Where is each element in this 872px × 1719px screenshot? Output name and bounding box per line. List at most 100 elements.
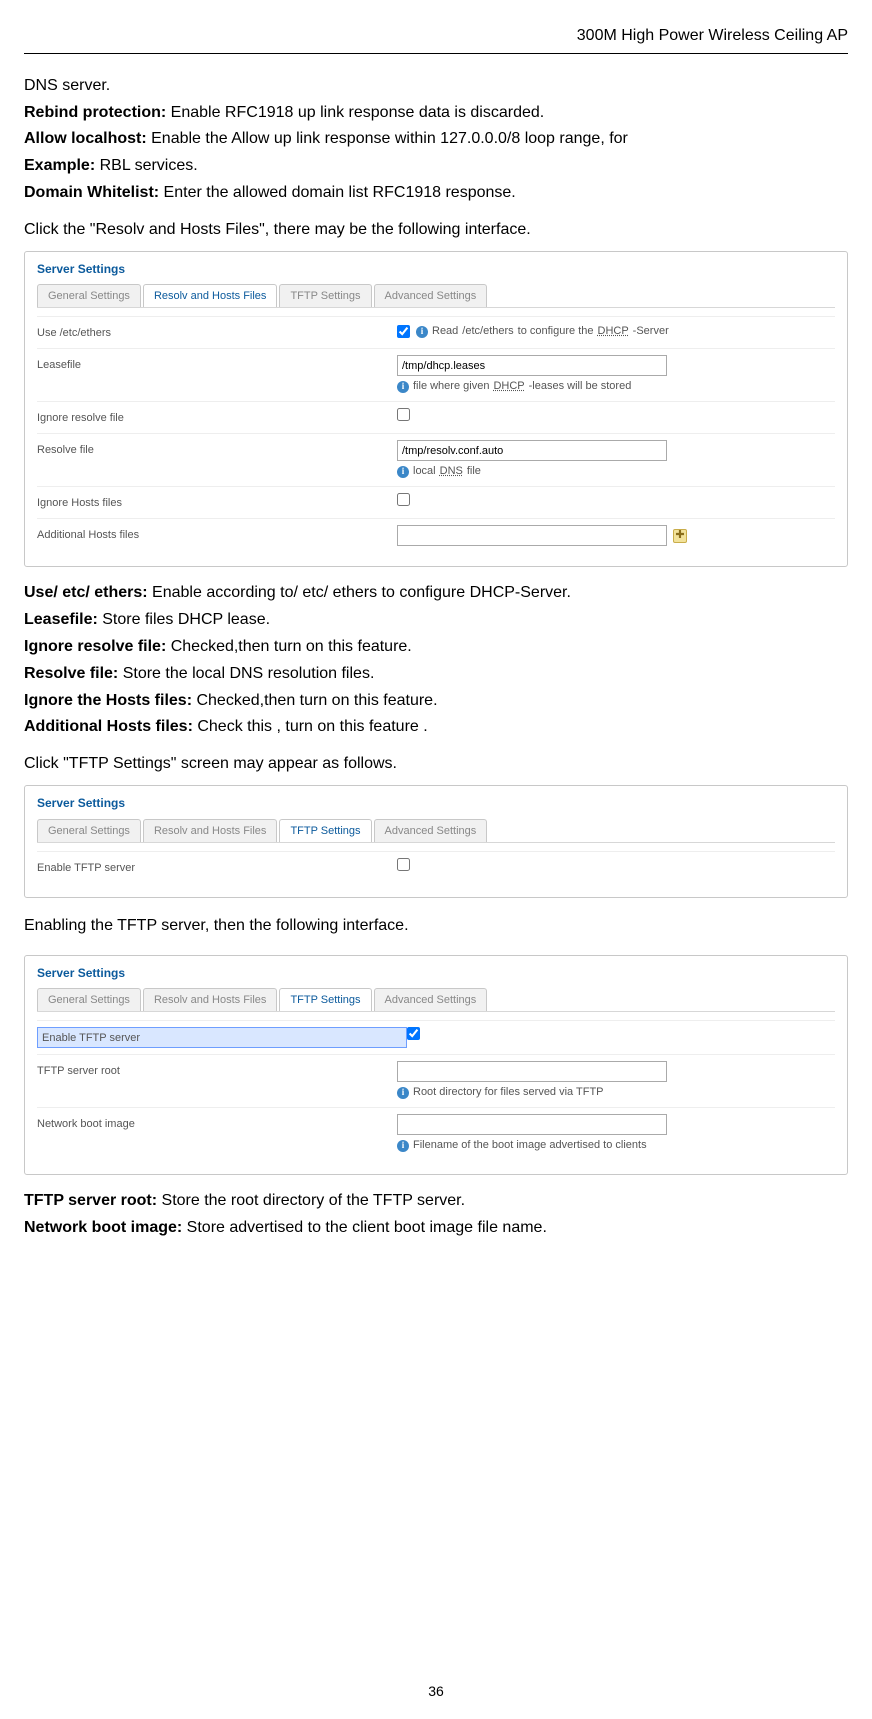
def-ignore-hosts-bold: Ignore the Hosts files: (24, 692, 192, 709)
def-tftp-root-text: Store the root directory of the TFTP ser… (157, 1192, 465, 1209)
tab-advanced-settings[interactable]: Advanced Settings (374, 284, 488, 307)
label-additional-hosts: Additional Hosts files (37, 525, 397, 544)
panel-legend: Server Settings (37, 260, 835, 279)
defs-block-1: Use/ etc/ ethers: Enable according to/ e… (24, 581, 848, 777)
desc-use-ethers-pre: Read (432, 323, 458, 340)
intro-dns: DNS server. (24, 74, 848, 99)
intro-rebind: Rebind protection: Enable RFC1918 up lin… (24, 101, 848, 126)
def-resolve-file: Resolve file: Store the local DNS resolu… (24, 662, 848, 687)
intro-allow: Allow localhost: Enable the Allow up lin… (24, 127, 848, 152)
tab-resolv-hosts[interactable]: Resolv and Hosts Files (143, 284, 278, 307)
desc-leasefile: i file where given DHCP -leases will be … (397, 378, 835, 395)
row-ignore-resolve: Ignore resolve file (37, 401, 835, 433)
checkbox-use-ethers[interactable] (397, 325, 410, 338)
desc-resolve-file-pre: local (413, 463, 436, 480)
def-netboot-image: Network boot image: Store advertised to … (24, 1216, 848, 1241)
intro-allow-bold: Allow localhost: (24, 130, 147, 147)
def-ignore-hosts: Ignore the Hosts files: Checked,then tur… (24, 689, 848, 714)
tab-general-settings[interactable]: General Settings (37, 819, 141, 842)
desc-leasefile-pre: file where given (413, 378, 489, 395)
desc-tftp-root: i Root directory for files served via TF… (397, 1084, 835, 1101)
checkbox-ignore-resolve[interactable] (397, 408, 410, 421)
info-icon: i (397, 1140, 409, 1152)
between-panels-text: Enabling the TFTP server, then the follo… (24, 914, 848, 939)
def-tftp-root-bold: TFTP server root: (24, 1192, 157, 1209)
label-netboot-image: Network boot image (37, 1114, 397, 1133)
def-leasefile: Leasefile: Store files DHCP lease. (24, 608, 848, 633)
desc-leasefile-post: -leases will be stored (529, 378, 632, 395)
info-icon: i (397, 381, 409, 393)
checkbox-enable-tftp[interactable] (407, 1027, 420, 1040)
tab-general-settings[interactable]: General Settings (37, 988, 141, 1011)
panel-legend: Server Settings (37, 794, 835, 813)
tab-resolv-hosts[interactable]: Resolv and Hosts Files (143, 988, 278, 1011)
def-use-ethers: Use/ etc/ ethers: Enable according to/ e… (24, 581, 848, 606)
page-header: 300M High Power Wireless Ceiling AP (24, 24, 848, 53)
tab-tftp-settings[interactable]: TFTP Settings (279, 284, 371, 307)
header-divider (24, 53, 848, 54)
intro-example-text: RBL services. (95, 157, 198, 174)
def-ignore-resolve-bold: Ignore resolve file: (24, 638, 166, 655)
row-netboot-image: Network boot image i Filename of the boo… (37, 1107, 835, 1160)
label-use-ethers: Use /etc/ethers (37, 323, 397, 342)
desc-use-ethers: i Read /etc/ethers to configure the DHCP… (416, 323, 669, 340)
tab-general-settings[interactable]: General Settings (37, 284, 141, 307)
tab-tftp-settings[interactable]: TFTP Settings (279, 988, 371, 1011)
desc-netboot-image-text: Filename of the boot image advertised to… (413, 1137, 647, 1154)
input-resolve-file[interactable] (397, 440, 667, 461)
tab-tftp-settings[interactable]: TFTP Settings (279, 819, 371, 842)
input-additional-hosts[interactable] (397, 525, 667, 546)
tab-advanced-settings[interactable]: Advanced Settings (374, 988, 488, 1011)
click-tftp-text: Click "TFTP Settings" screen may appear … (24, 752, 848, 777)
row-tftp-root: TFTP server root i Root directory for fi… (37, 1054, 835, 1107)
checkbox-ignore-hosts[interactable] (397, 493, 410, 506)
def-netboot-image-text: Store advertised to the client boot imag… (182, 1219, 547, 1236)
def-additional-hosts-text: Check this , turn on this feature . (193, 718, 428, 735)
info-icon: i (397, 1087, 409, 1099)
label-ignore-hosts: Ignore Hosts files (37, 493, 397, 512)
info-icon: i (397, 466, 409, 478)
checkbox-enable-tftp[interactable] (397, 858, 410, 871)
add-icon[interactable]: ✚ (673, 529, 687, 543)
page-number: 36 (24, 1681, 848, 1703)
def-ignore-hosts-text: Checked,then turn on this feature. (192, 692, 437, 709)
intro-domain-bold: Domain Whitelist: (24, 184, 159, 201)
label-tftp-root: TFTP server root (37, 1061, 397, 1080)
tabs-row: General Settings Resolv and Hosts Files … (37, 284, 835, 308)
tab-advanced-settings[interactable]: Advanced Settings (374, 819, 488, 842)
label-enable-tftp: Enable TFTP server (37, 858, 397, 877)
desc-resolve-file-dns: DNS (440, 463, 463, 480)
row-ignore-hosts: Ignore Hosts files (37, 486, 835, 518)
def-resolve-file-text: Store the local DNS resolution files. (118, 665, 374, 682)
def-additional-hosts: Additional Hosts files: Check this , tur… (24, 715, 848, 740)
desc-leasefile-dhcp: DHCP (493, 378, 524, 395)
desc-use-ethers-dhcp: DHCP (598, 323, 629, 340)
desc-resolve-file: i local DNS file (397, 463, 835, 480)
def-leasefile-bold: Leasefile: (24, 611, 98, 628)
intro-example: Example: RBL services. (24, 154, 848, 179)
def-use-ethers-text: Enable according to/ etc/ ethers to conf… (148, 584, 571, 601)
input-tftp-root[interactable] (397, 1061, 667, 1082)
desc-use-ethers-mid: to configure the (518, 323, 594, 340)
desc-use-ethers-post: -Server (633, 323, 669, 340)
tabs-row: General Settings Resolv and Hosts Files … (37, 819, 835, 843)
intro-block: DNS server. Rebind protection: Enable RF… (24, 74, 848, 243)
row-resolve-file: Resolve file i local DNS file (37, 433, 835, 486)
row-enable-tftp: Enable TFTP server (37, 1020, 835, 1054)
row-leasefile: Leasefile i file where given DHCP -lease… (37, 348, 835, 401)
defs-block-3: TFTP server root: Store the root directo… (24, 1189, 848, 1241)
tab-resolv-hosts[interactable]: Resolv and Hosts Files (143, 819, 278, 842)
server-settings-panel-resolv: Server Settings General Settings Resolv … (24, 251, 848, 568)
input-leasefile[interactable] (397, 355, 667, 376)
server-settings-panel-tftp-off: Server Settings General Settings Resolv … (24, 785, 848, 898)
def-use-ethers-bold: Use/ etc/ ethers: (24, 584, 148, 601)
def-leasefile-text: Store files DHCP lease. (98, 611, 270, 628)
def-netboot-image-bold: Network boot image: (24, 1219, 182, 1236)
intro-allow-text: Enable the Allow up link response within… (147, 130, 628, 147)
label-leasefile: Leasefile (37, 355, 397, 374)
label-resolve-file: Resolve file (37, 440, 397, 459)
input-netboot-image[interactable] (397, 1114, 667, 1135)
row-additional-hosts: Additional Hosts files ✚ (37, 518, 835, 552)
desc-resolve-file-post: file (467, 463, 481, 480)
label-ignore-resolve: Ignore resolve file (37, 408, 397, 427)
